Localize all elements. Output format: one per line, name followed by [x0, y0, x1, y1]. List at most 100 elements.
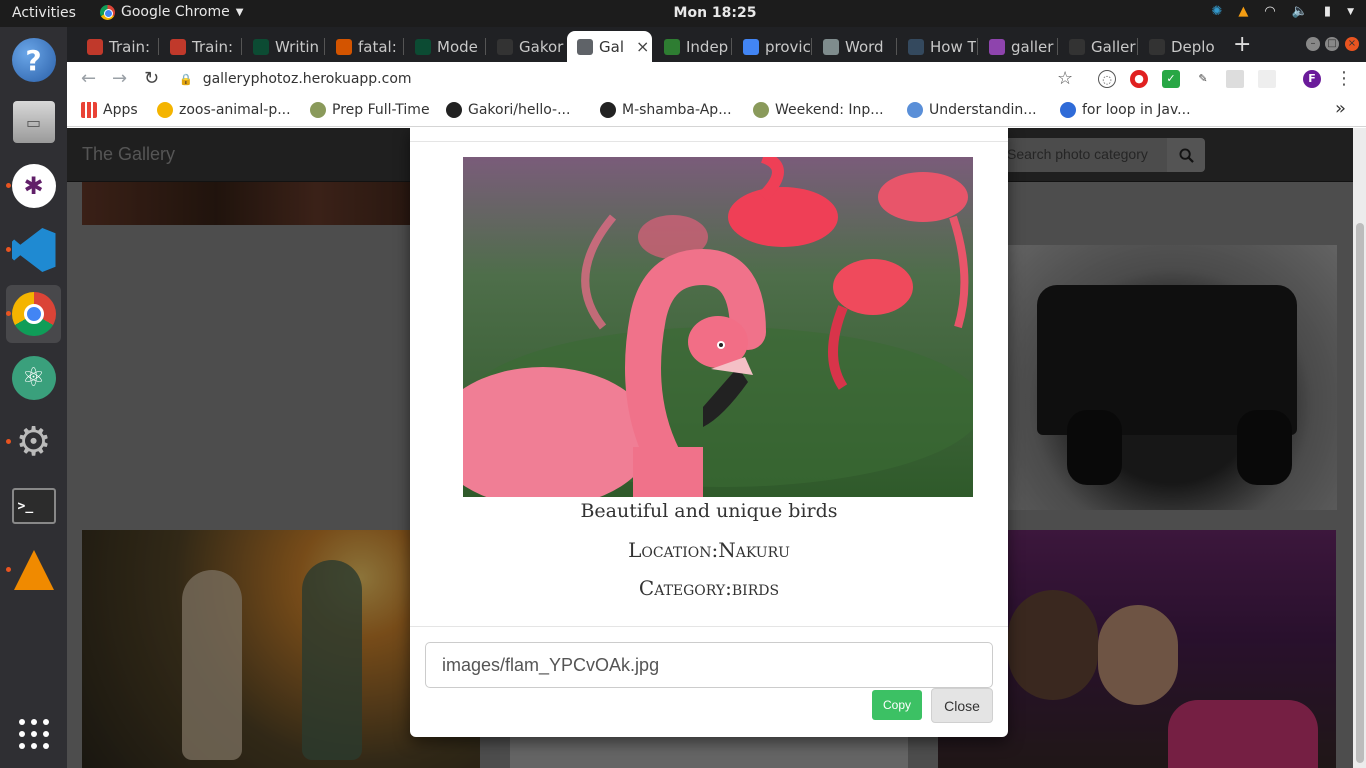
system-tray[interactable]: ✺ ▲ ◠ 🔈 ▮ ▼	[1211, 4, 1354, 19]
lock-icon: 🔒	[179, 72, 193, 86]
address-bar[interactable]: 🔒 galleryphotoz.herokuapp.com	[179, 66, 1079, 92]
adblock-icon[interactable]: ●	[1130, 70, 1148, 88]
browser-tab[interactable]: How T	[898, 31, 976, 62]
tab-label: Gal	[599, 37, 624, 56]
dock: ? ▭ ✱ ⚛ ⚙ >_	[0, 27, 67, 768]
copy-button[interactable]: Copy	[872, 690, 922, 720]
browser-tab[interactable]: Galler	[1059, 31, 1136, 62]
dock-files[interactable]: ▭	[6, 93, 61, 151]
running-indicator	[6, 247, 11, 252]
forward-icon[interactable]: →	[112, 68, 127, 89]
menu-kebab-icon[interactable]: ⋮	[1335, 68, 1353, 89]
browser-tab[interactable]: Mode	[405, 31, 484, 62]
tab-separator	[158, 38, 159, 55]
tab-separator	[896, 38, 897, 55]
apps-grid-icon	[81, 102, 97, 118]
bookmark-label: Gakori/hello-...	[468, 102, 571, 118]
vlc-icon	[13, 550, 54, 590]
tab-label: galler	[1011, 37, 1054, 56]
reload-icon[interactable]: ↻	[144, 68, 159, 89]
tab-label: fatal:	[358, 37, 397, 56]
tab-favicon-icon	[577, 38, 593, 55]
new-tab-button[interactable]: +	[1233, 32, 1251, 57]
bookmark-item[interactable]: Prep Full-Time	[310, 102, 430, 118]
bookmark-item[interactable]: Understandin...	[907, 102, 1037, 118]
vlc-tray-icon[interactable]: ▲	[1238, 4, 1248, 19]
bookmark-label: M-shamba-Ap...	[622, 102, 732, 118]
dock-chrome[interactable]	[6, 285, 61, 343]
shield-icon[interactable]: ✓	[1162, 70, 1180, 88]
slack-icon: ✱	[11, 164, 56, 208]
screenshot-extension-icon[interactable]	[1226, 70, 1244, 88]
browser-tab[interactable]: provic	[733, 31, 810, 62]
battery-icon[interactable]: ▮	[1324, 4, 1331, 19]
close-window-button[interactable]: ×	[1345, 37, 1359, 51]
close-tab-icon[interactable]: ×	[636, 37, 649, 56]
page-scrollbar[interactable]	[1353, 128, 1366, 768]
extension-tray-icon[interactable]: ✺	[1211, 4, 1222, 19]
bookmark-label: Weekend: Inp...	[775, 102, 884, 118]
browser-tab[interactable]: Train:	[77, 31, 157, 62]
running-indicator	[6, 183, 11, 188]
tab-favicon-icon	[743, 38, 759, 55]
dock-vscode[interactable]	[6, 221, 61, 279]
wifi-icon[interactable]: ◠	[1264, 4, 1275, 19]
bookmarks-overflow-button[interactable]: »	[1335, 98, 1346, 119]
minimize-window-button[interactable]: –	[1306, 37, 1320, 51]
extension-icon[interactable]: ◌	[1098, 70, 1116, 88]
bookmark-item[interactable]: for loop in Jav...	[1060, 102, 1191, 118]
show-apps-icon	[18, 719, 49, 749]
tab-separator	[977, 38, 978, 55]
dock-help[interactable]: ?	[6, 31, 61, 89]
tab-separator	[1137, 38, 1138, 55]
tab-separator	[1057, 38, 1058, 55]
dock-vlc[interactable]	[6, 541, 61, 599]
tab-favicon-icon	[664, 38, 680, 55]
scrollbar-thumb[interactable]	[1356, 223, 1364, 763]
bookmark-item[interactable]: Gakori/hello-...	[446, 102, 570, 118]
running-indicator	[6, 567, 11, 572]
browser-tab[interactable]: galler	[979, 31, 1056, 62]
tab-favicon-icon	[170, 38, 186, 55]
extension-icon[interactable]	[1258, 70, 1276, 88]
chrome-bookmark-icon	[157, 102, 173, 118]
bookmark-label: zoos-animal-p...	[179, 102, 291, 118]
image-path-input[interactable]	[425, 642, 993, 688]
dock-show-apps[interactable]	[6, 705, 61, 763]
maximize-window-button[interactable]: □	[1325, 37, 1339, 51]
bookmark-item[interactable]: M-shamba-Ap...	[600, 102, 732, 118]
bookmark-label: Understandin...	[929, 102, 1037, 118]
tab-gallery-active[interactable]: Gal ×	[567, 31, 652, 62]
tab-label: Train:	[109, 37, 151, 56]
profile-avatar[interactable]: F	[1303, 70, 1321, 88]
close-button[interactable]: Close	[931, 688, 993, 723]
eye-icon	[907, 102, 923, 118]
browser-tab[interactable]: Writin	[243, 31, 323, 62]
back-icon[interactable]: ←	[81, 68, 96, 89]
browser-tab[interactable]: Word	[813, 31, 895, 62]
eyedropper-icon[interactable]: ✎	[1194, 70, 1212, 88]
volume-icon[interactable]: 🔈	[1292, 4, 1308, 19]
tab-separator	[811, 38, 812, 55]
tab-favicon-icon	[336, 38, 352, 55]
dock-atom[interactable]: ⚛	[6, 349, 61, 407]
tab-separator	[731, 38, 732, 55]
power-menu-icon[interactable]: ▼	[1347, 7, 1354, 17]
browser-tab[interactable]: Gakor	[487, 31, 564, 62]
browser-tab[interactable]: Deplo	[1139, 31, 1219, 62]
browser-tab[interactable]: fatal:	[326, 31, 402, 62]
tab-favicon-icon	[87, 38, 103, 55]
bookmark-item[interactable]: Weekend: Inp...	[753, 102, 884, 118]
dock-settings[interactable]: ⚙	[6, 413, 61, 471]
dock-slack[interactable]: ✱	[6, 157, 61, 215]
bookmark-apps[interactable]: Apps	[81, 102, 138, 118]
clock[interactable]: Mon 18:25	[0, 5, 1366, 21]
dock-terminal[interactable]: >_	[6, 477, 61, 535]
browser-tab[interactable]: Train:	[160, 31, 240, 62]
browser-tab[interactable]: Indep	[654, 31, 730, 62]
tab-favicon-icon	[1149, 38, 1165, 55]
modal-divider	[410, 141, 1008, 142]
bookmark-item[interactable]: zoos-animal-p...	[157, 102, 291, 118]
bookmark-star-icon[interactable]: ☆	[1057, 68, 1073, 89]
photo-modal: Beautiful and unique birds Location:Naku…	[410, 128, 1008, 737]
